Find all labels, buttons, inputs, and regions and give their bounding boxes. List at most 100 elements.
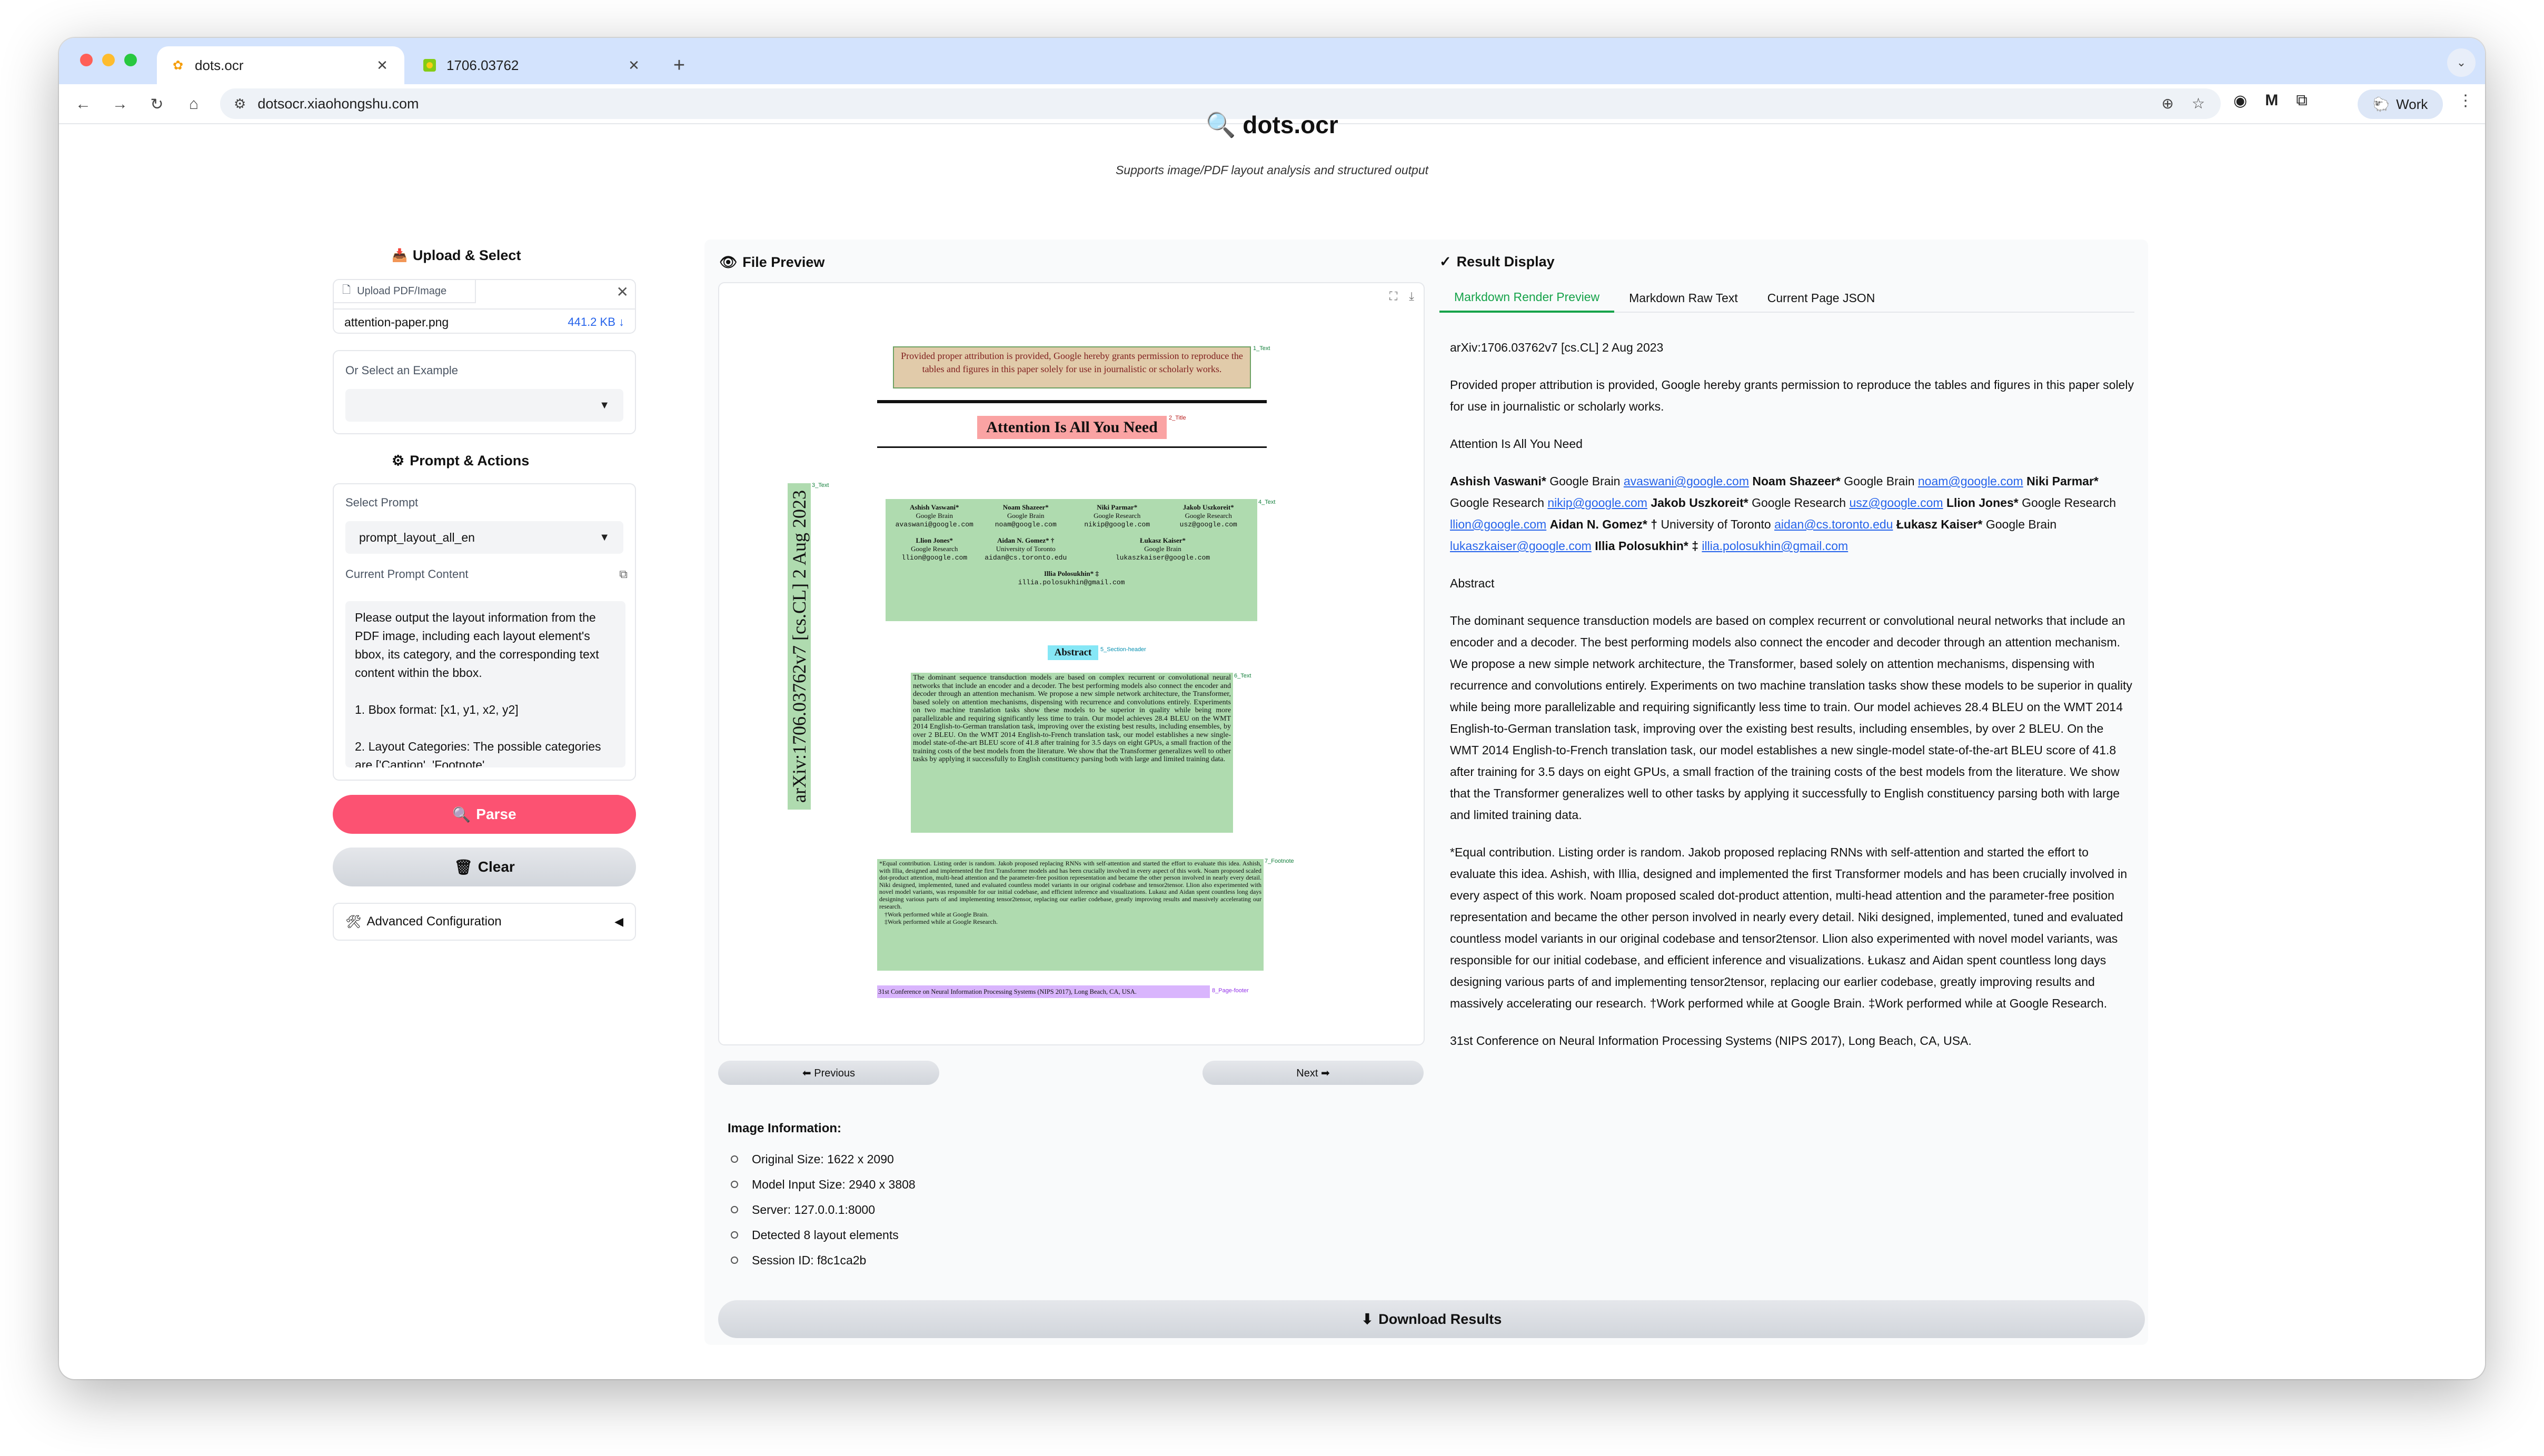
layout-box-authors: Ashish Vaswani* Google Brain avaswani@goog… (886, 499, 1257, 621)
email-link[interactable]: usz@google.com (1849, 496, 1943, 510)
example-dropdown[interactable]: ▼ (345, 389, 623, 422)
site-info-icon[interactable]: ⚙ (234, 96, 246, 112)
extensions-puzzle-icon[interactable]: ⧉ (2296, 92, 2307, 110)
tab-bar: ✿ dots.ocr ✕ 1706.03762 ✕ + ⌄ (59, 38, 2485, 84)
copy-icon[interactable]: ⧉ (619, 567, 628, 581)
layout-tag: 6_Text (1234, 673, 1251, 679)
browser-menu-icon[interactable]: ⋮ (2458, 92, 2473, 110)
email-link[interactable]: illia.polosukhin@gmail.com (1702, 539, 1848, 553)
prompt-content-label: Current Prompt Content (345, 567, 469, 581)
result-authors: Ashish Vaswani* Google Brain avaswani@go… (1450, 474, 2116, 553)
example-select-card: Or Select an Example ▼ (333, 350, 636, 434)
tools-icon: 🛠 (345, 914, 362, 929)
tab-markdown-render[interactable]: Markdown Render Preview (1439, 283, 1615, 313)
previous-page-button[interactable]: ⬅ Previous (718, 1061, 939, 1085)
uploaded-file-row[interactable]: attention-paper.png 441.2 KB ↓ (334, 308, 635, 335)
layout-box-page-footer: 31st Conference on Neural Information Pr… (877, 985, 1210, 998)
zoom-icon[interactable]: ⊕ (2161, 95, 2173, 112)
paper-page-footer: 31st Conference on Neural Information Pr… (878, 988, 1137, 995)
info-item: Model Input Size: 2940 x 3808 (728, 1172, 916, 1197)
upload-dropzone[interactable]: 🗋 Upload PDF/Image ✕ attention-paper.png… (333, 279, 636, 334)
tab-title: 1706.03762 (446, 57, 519, 73)
advanced-label: Advanced Configuration (366, 914, 502, 929)
example-label: Or Select an Example (345, 364, 458, 377)
prompt-value: prompt_layout_all_en (359, 530, 475, 544)
layout-tag: 3_Text (812, 482, 829, 488)
next-page-button[interactable]: Next ➡ (1203, 1061, 1424, 1085)
parse-label: Parse (476, 806, 516, 822)
paper-title: Attention Is All You Need (986, 418, 1158, 436)
select-prompt-label: Select Prompt (345, 496, 419, 509)
rule-top (877, 400, 1267, 403)
result-title: Attention Is All You Need (1450, 437, 1583, 451)
upload-box-label: Upload PDF/Image (357, 285, 447, 297)
upload-label: 🗋 Upload PDF/Image (334, 280, 476, 303)
clear-button[interactable]: 🗑 Clear (333, 847, 636, 886)
email-link[interactable]: avaswani@google.com (1624, 474, 1749, 488)
paper-permission: Provided proper attribution is provided,… (901, 351, 1243, 374)
tab-search-icon[interactable]: ⌄ (2447, 48, 2476, 77)
profile-label: Work (2396, 96, 2428, 112)
extension-m-icon[interactable]: M (2265, 92, 2278, 110)
layout-box-side: arXiv:1706.03762v7 [cs.CL] 2 Aug 2023 (788, 483, 811, 810)
tab-arxiv[interactable]: 1706.03762 ✕ (409, 46, 656, 84)
close-tab-icon[interactable]: ✕ (374, 57, 391, 74)
layout-box-title: Attention Is All You Need (977, 416, 1167, 439)
maximize-window-button[interactable] (124, 54, 137, 66)
caret-left-icon: ◀ (614, 915, 623, 928)
layout-tag: 4_Text (1258, 499, 1276, 505)
url-text[interactable]: dotsocr.xiaohongshu.com (257, 96, 419, 112)
layout-tag: 7_Footnote (1265, 858, 1294, 864)
arxiv-favicon-icon (422, 58, 437, 73)
tab-page-json[interactable]: Current Page JSON (1753, 283, 1890, 313)
result-page-footer: 31st Conference on Neural Information Pr… (1450, 1034, 1972, 1048)
upload-heading-text: Upload & Select (412, 247, 521, 263)
avatar: 🐑 (2372, 96, 2390, 112)
tab-dots-ocr[interactable]: ✿ dots.ocr ✕ (157, 46, 404, 84)
email-link[interactable]: aidan@cs.toronto.edu (1774, 517, 1893, 531)
rule-bottom (877, 446, 1267, 448)
parse-button[interactable]: 🔍 Parse (333, 795, 636, 834)
page-title: 🔍 dots.ocr (0, 111, 2544, 139)
email-link[interactable]: nikip@google.com (1547, 496, 1647, 510)
author-block: Łukasz Kaiser* Google Brain lukaszkaiser@g… (1115, 536, 1210, 562)
prompt-dropdown[interactable]: prompt_layout_all_en ▼ (345, 521, 623, 554)
image-information: Image Information: Original Size: 1622 x… (728, 1121, 916, 1273)
chevron-down-icon: ▼ (599, 399, 610, 411)
layout-box-abstract: The dominant sequence transduction model… (911, 673, 1233, 833)
trash-icon: 🗑 (454, 859, 473, 875)
preview-heading-text: File Preview (742, 254, 825, 270)
email-link[interactable]: llion@google.com (1450, 517, 1546, 531)
upload-heading: 📥 Upload & Select (392, 247, 521, 264)
prompt-content-textarea[interactable]: Please output the layout information fro… (345, 601, 625, 767)
extension-icon[interactable]: ◉ (2233, 92, 2247, 110)
image-info-heading: Image Information: (728, 1121, 842, 1135)
prompt-heading-text: Prompt & Actions (410, 453, 530, 468)
email-link[interactable]: lukaszkaiser@google.com (1450, 539, 1592, 553)
download-icon: ⬇ (1361, 1311, 1374, 1327)
close-tab-icon[interactable]: ✕ (625, 57, 642, 74)
paper-footnote-2: †Work performed while at Google Brain. (885, 911, 989, 919)
paper-abstract: The dominant sequence transduction model… (913, 674, 1231, 763)
close-window-button[interactable] (80, 54, 93, 66)
download-results-button[interactable]: ⬇ Download Results (718, 1300, 2145, 1338)
result-abstract-heading: Abstract (1450, 576, 1495, 590)
advanced-config-accordion[interactable]: 🛠 Advanced Configuration ◀ (333, 903, 636, 941)
file-size-download-link[interactable]: 441.2 KB ↓ (568, 315, 624, 329)
email-link[interactable]: noam@google.com (1918, 474, 2023, 488)
paper-footnote-3: ‡Work performed while at Google Research… (885, 918, 998, 925)
eye-icon: 👁 (719, 254, 738, 270)
minimize-window-button[interactable] (102, 54, 115, 66)
markdown-render: arXiv:1706.03762v7 [cs.CL] 2 Aug 2023 Pr… (1450, 337, 2134, 1068)
tab-markdown-raw[interactable]: Markdown Raw Text (1614, 283, 1753, 313)
author-block: Illia Polosukhin* ‡ illia.polosukhin@gmai… (1018, 570, 1125, 586)
info-item: Detected 8 layout elements (728, 1222, 916, 1248)
layout-box-section: Abstract (1048, 645, 1098, 660)
bookmark-star-icon[interactable]: ☆ (2192, 95, 2205, 112)
new-tab-icon[interactable]: + (664, 51, 694, 80)
result-heading-text: Result Display (1456, 254, 1555, 270)
layout-tag: 8_Page-footer (1212, 988, 1249, 994)
layout-tag: 5_Section-header (1100, 646, 1146, 653)
clear-upload-icon[interactable]: ✕ (617, 283, 629, 301)
magnifier-icon: 🔍 (1206, 111, 1236, 138)
